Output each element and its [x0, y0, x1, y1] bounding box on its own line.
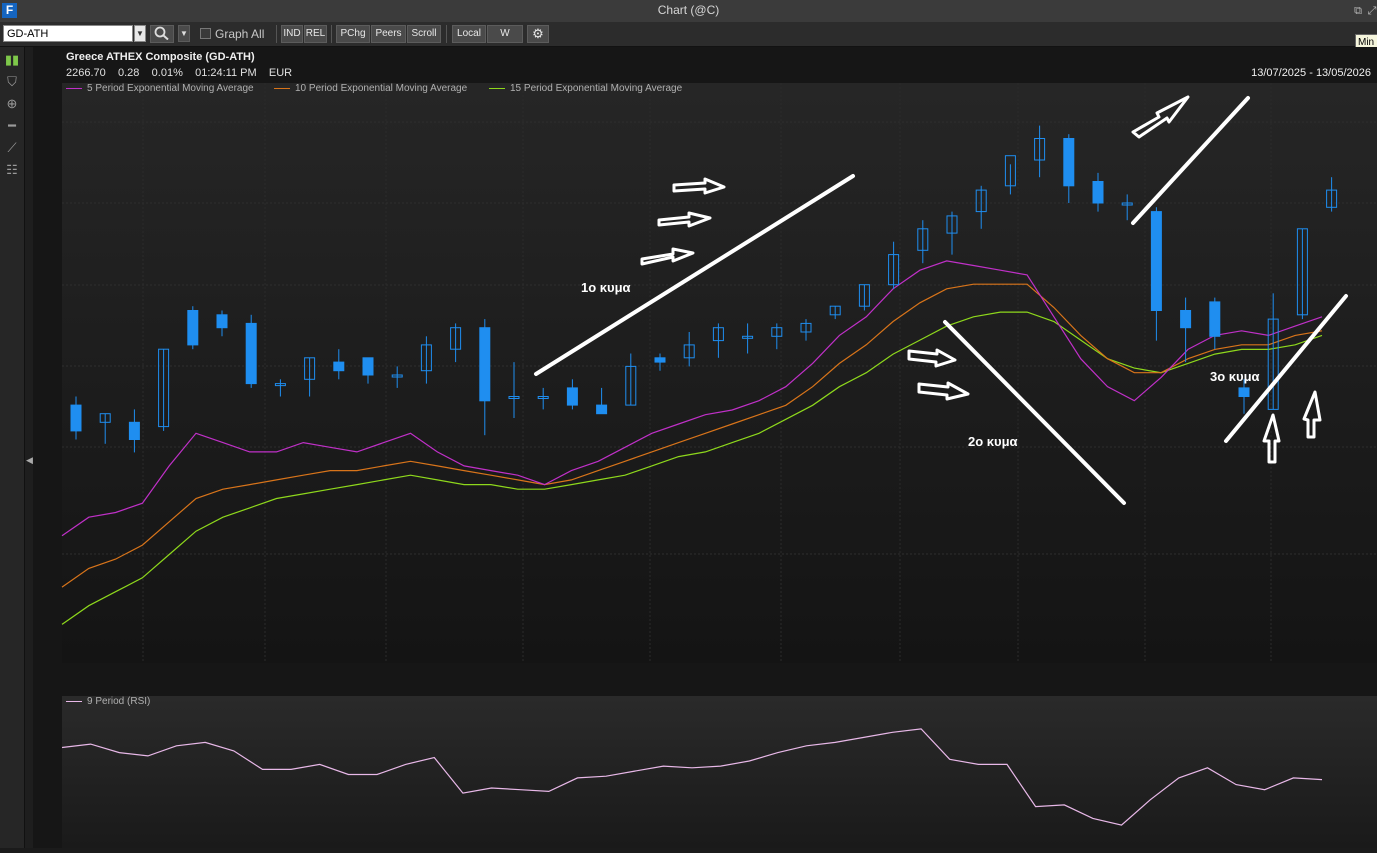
candle-body-down	[596, 404, 608, 415]
table-icon[interactable]: ☷	[2, 161, 22, 179]
horizontal-line-icon[interactable]: ━	[2, 117, 22, 135]
legend-ema15: 15 Period Exponential Moving Average	[489, 83, 682, 94]
gear-icon: ⚙	[532, 26, 544, 41]
toolbar-separator	[331, 25, 332, 43]
toolbar-separator	[446, 25, 447, 43]
ind-button[interactable]: IND	[281, 25, 303, 43]
candle-body-down	[1092, 181, 1104, 204]
candle-body-down	[1180, 310, 1192, 329]
local-button[interactable]: Local	[452, 25, 486, 43]
rsi-plot-background	[62, 696, 1377, 848]
legend-label: 15 Period Exponential Moving Average	[510, 83, 683, 94]
trend-line-icon[interactable]: ⟋	[2, 139, 22, 157]
legend-swatch	[489, 87, 505, 89]
price-change-percent: 0.01%	[151, 67, 183, 79]
crosshair-icon[interactable]: ⊕	[2, 95, 22, 113]
collapse-sidebar-icon[interactable]: ◀	[26, 455, 33, 466]
candle-body-down	[362, 357, 374, 376]
candle-body-down	[1209, 301, 1221, 337]
graph-all-checkbox[interactable]	[200, 28, 211, 39]
info-shield-icon[interactable]: ⛉	[2, 73, 22, 91]
scroll-button[interactable]: Scroll	[407, 25, 441, 43]
legend-ema5: 5 Period Exponential Moving Average	[66, 83, 254, 94]
symbol-dropdown-icon[interactable]: ▼	[134, 25, 146, 42]
candle-body-down	[654, 357, 666, 363]
candle-body-down	[333, 361, 345, 372]
toolbar: GD-ATH ▼ ▼ Graph All IND REL PChg Peers …	[0, 22, 1377, 47]
last-price: 2266.70	[66, 67, 106, 79]
candle-body-down	[128, 421, 140, 440]
chart-area: 1ο κυμα 2ο κυμα 3ο κυμα Greece ATHEX Com…	[33, 47, 1377, 848]
period-weekly-button[interactable]: W	[487, 25, 523, 43]
chart-svg[interactable]: 1ο κυμα 2ο κυμα 3ο κυμα	[33, 47, 1377, 848]
legend-swatch	[274, 87, 290, 89]
search-button[interactable]	[150, 25, 174, 43]
pchg-button[interactable]: PChg	[336, 25, 370, 43]
graph-all-label: Graph All	[215, 27, 265, 41]
search-icon	[154, 26, 169, 41]
panel-divider	[25, 47, 33, 848]
toolbar-separator	[276, 25, 277, 43]
expand-window-icon[interactable]: ⤢	[1365, 4, 1377, 18]
price-change: 0.28	[118, 67, 140, 79]
legend-label: 5 Period Exponential Moving Average	[87, 83, 254, 94]
legend-rsi: 9 Period (RSI)	[66, 696, 150, 707]
wave3-label: 3ο κυμα	[1210, 369, 1260, 384]
quote-time: 01:24:11 PM	[195, 67, 257, 79]
candle-body-down	[479, 327, 491, 402]
candle-body-down	[187, 310, 199, 346]
date-range: 13/07/2025 - 13/05/2026	[1251, 67, 1371, 79]
currency: EUR	[268, 67, 293, 79]
legend-swatch	[66, 700, 82, 702]
drawing-tools-sidebar: ▮▮ ⛉ ⊕ ━ ⟋ ☷	[0, 47, 25, 848]
symbol-input[interactable]: GD-ATH	[3, 25, 133, 42]
candle	[245, 314, 257, 388]
candle-body-down	[1150, 211, 1162, 312]
candle	[187, 306, 199, 350]
instrument-name: Greece ATHEX Composite (GD-ATH)	[66, 51, 255, 63]
legend-label: 9 Period (RSI)	[87, 696, 151, 707]
restore-window-icon[interactable]: ⧉	[1351, 4, 1365, 18]
wave1-label: 1ο κυμα	[581, 280, 631, 295]
legend-label: 10 Period Exponential Moving Average	[295, 83, 468, 94]
candle-body-down	[245, 322, 257, 385]
window-title: Chart (@C)	[657, 3, 720, 17]
search-options-dropdown-icon[interactable]: ▼	[178, 25, 190, 42]
wave2-label: 2ο κυμα	[968, 434, 1018, 449]
candle-body-down	[1238, 387, 1250, 397]
legend-ema10: 10 Period Exponential Moving Average	[274, 83, 467, 94]
bar-chart-icon[interactable]: ▮▮	[2, 51, 22, 69]
candle-body-down	[1063, 138, 1075, 187]
candle-body-down	[566, 387, 578, 406]
candle-body-down	[70, 404, 82, 432]
rel-button[interactable]: REL	[304, 25, 327, 43]
title-bar: F Chart (@C) ⧉ ⤢	[0, 0, 1377, 23]
legend-swatch	[66, 87, 82, 89]
settings-button[interactable]: ⚙	[527, 25, 549, 43]
peers-button[interactable]: Peers	[371, 25, 406, 43]
candle-body-down	[216, 314, 228, 329]
quote-line: 2266.70 0.28 0.01% 01:24:11 PM EUR	[66, 67, 292, 79]
